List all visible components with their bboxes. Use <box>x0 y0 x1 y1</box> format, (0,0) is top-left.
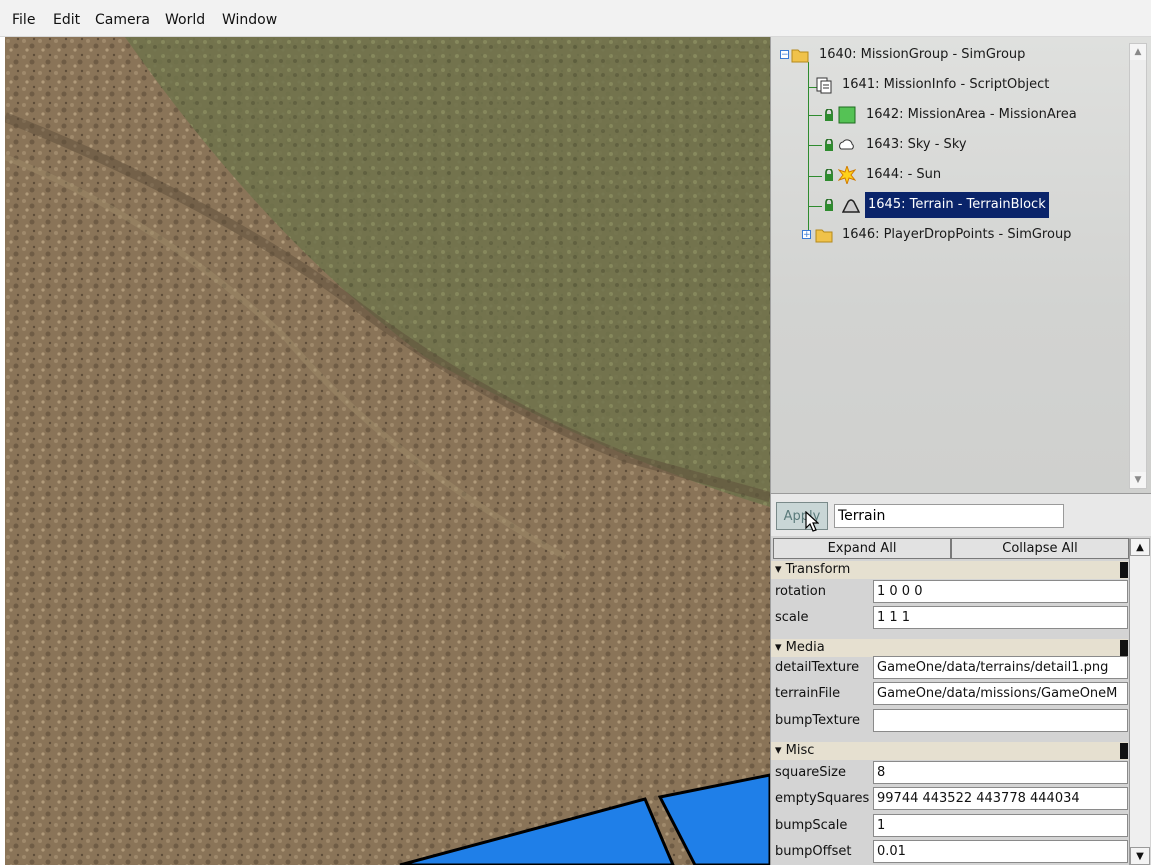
tree-node-label: 1644: - Sun <box>866 167 942 182</box>
menu-window[interactable]: Window <box>222 12 277 28</box>
tree-node-label: 1643: Sky - Sky <box>866 137 967 152</box>
lock-icon <box>825 199 833 211</box>
field-label: terrainFile <box>775 686 841 701</box>
field-label: rotation <box>775 584 826 599</box>
tree-node-missiongroup[interactable]: − 1640: MissionGroup - SimGroup <box>771 42 1131 68</box>
section-title: Media <box>785 640 825 655</box>
field-label: squareSize <box>775 765 846 780</box>
section-end-marker <box>1120 743 1128 759</box>
section-transform[interactable]: ▾ Transform <box>771 561 1128 579</box>
scroll-up-icon[interactable]: ▲ <box>1130 44 1146 60</box>
scroll-up-icon[interactable]: ▲ <box>1130 538 1150 556</box>
tree-node-label: 1642: MissionArea - MissionArea <box>866 107 1077 122</box>
tree-node-playerdroppoints[interactable]: + 1646: PlayerDropPoints - SimGroup <box>771 222 1131 248</box>
field-label: bumpScale <box>775 818 848 833</box>
tree-scrollbar[interactable]: ▲ ▼ <box>1129 43 1147 489</box>
field-label: detailTexture <box>775 660 860 675</box>
collapse-triangle-icon: ▾ <box>775 743 782 758</box>
field-label: scale <box>775 610 809 625</box>
tree-node-label: 1640: MissionGroup - SimGroup <box>819 47 1026 62</box>
menu-camera[interactable]: Camera <box>95 12 150 28</box>
sun-icon <box>838 166 856 184</box>
empty-squares-field[interactable]: 99744 443522 443778 444034 <box>873 787 1128 810</box>
tree-node-label: 1645: Terrain - TerrainBlock <box>865 192 1049 218</box>
apply-bar: Apply Terrain <box>770 493 1151 536</box>
folder-icon <box>815 229 833 243</box>
scene-tree-panel[interactable]: − 1640: MissionGroup - SimGroup 1641: Mi… <box>770 37 1151 493</box>
collapse-toggle-icon[interactable]: − <box>780 50 789 60</box>
tree-node-label: 1646: PlayerDropPoints - SimGroup <box>842 227 1072 242</box>
lock-icon <box>825 109 833 121</box>
rotation-field[interactable]: 1 0 0 0 <box>873 580 1128 603</box>
scroll-down-icon[interactable]: ▼ <box>1130 472 1146 488</box>
tree-node-missioninfo[interactable]: 1641: MissionInfo - ScriptObject <box>771 72 1131 98</box>
section-title: Transform <box>785 562 851 577</box>
section-media[interactable]: ▾ Media <box>771 639 1128 657</box>
folder-icon <box>791 49 809 63</box>
expand-toggle-icon[interactable]: + <box>802 230 811 240</box>
collapse-all-button[interactable]: Collapse All <box>951 538 1129 559</box>
collapse-triangle-icon: ▾ <box>775 562 782 577</box>
script-object-icon <box>816 77 832 94</box>
bump-texture-field[interactable] <box>873 709 1128 732</box>
section-misc[interactable]: ▾ Misc <box>771 742 1128 760</box>
bump-scale-field[interactable]: 1 <box>873 814 1128 837</box>
section-end-marker <box>1120 562 1128 578</box>
mission-area-icon <box>838 106 856 124</box>
mouse-cursor-icon <box>805 511 819 532</box>
menu-bar: File Edit Camera World Window <box>0 0 1151 37</box>
section-end-marker <box>1120 640 1128 656</box>
tree-node-sun[interactable]: 1644: - Sun <box>771 162 1131 188</box>
inspector-panel: Expand All Collapse All ▾ Transform rota… <box>770 536 1151 865</box>
menu-world[interactable]: World <box>165 12 205 28</box>
tree-node-label: 1641: MissionInfo - ScriptObject <box>842 77 1050 92</box>
lock-icon <box>825 139 833 151</box>
terrain-scene <box>5 37 770 865</box>
field-label: bumpTexture <box>775 713 860 728</box>
inspector-scrollbar[interactable]: ▲ ▼ <box>1129 538 1150 865</box>
apply-button[interactable]: Apply <box>776 502 828 530</box>
sky-icon <box>839 139 854 150</box>
lock-icon <box>825 169 833 181</box>
menu-file[interactable]: File <box>12 12 35 28</box>
terrain-file-field[interactable]: GameOne/data/missions/GameOneM <box>873 682 1128 705</box>
object-name-field[interactable]: Terrain <box>834 504 1064 528</box>
section-title: Misc <box>785 743 815 758</box>
bump-offset-field[interactable]: 0.01 <box>873 840 1128 863</box>
3d-viewport[interactable] <box>5 37 770 865</box>
detail-texture-field[interactable]: GameOne/data/terrains/detail1.png <box>873 656 1128 679</box>
tree-node-sky[interactable]: 1643: Sky - Sky <box>771 132 1131 158</box>
tree-node-terrain[interactable]: 1645: Terrain - TerrainBlock <box>771 192 1131 218</box>
collapse-triangle-icon: ▾ <box>775 640 782 655</box>
scale-field[interactable]: 1 1 1 <box>873 606 1128 629</box>
tree-node-missionarea[interactable]: 1642: MissionArea - MissionArea <box>771 102 1131 128</box>
terrain-icon <box>842 199 860 213</box>
expand-all-button[interactable]: Expand All <box>773 538 951 559</box>
scroll-down-icon[interactable]: ▼ <box>1130 847 1150 865</box>
field-label: bumpOffset <box>775 844 852 859</box>
square-size-field[interactable]: 8 <box>873 761 1128 784</box>
menu-edit[interactable]: Edit <box>53 12 80 28</box>
field-label: emptySquares <box>775 791 870 806</box>
